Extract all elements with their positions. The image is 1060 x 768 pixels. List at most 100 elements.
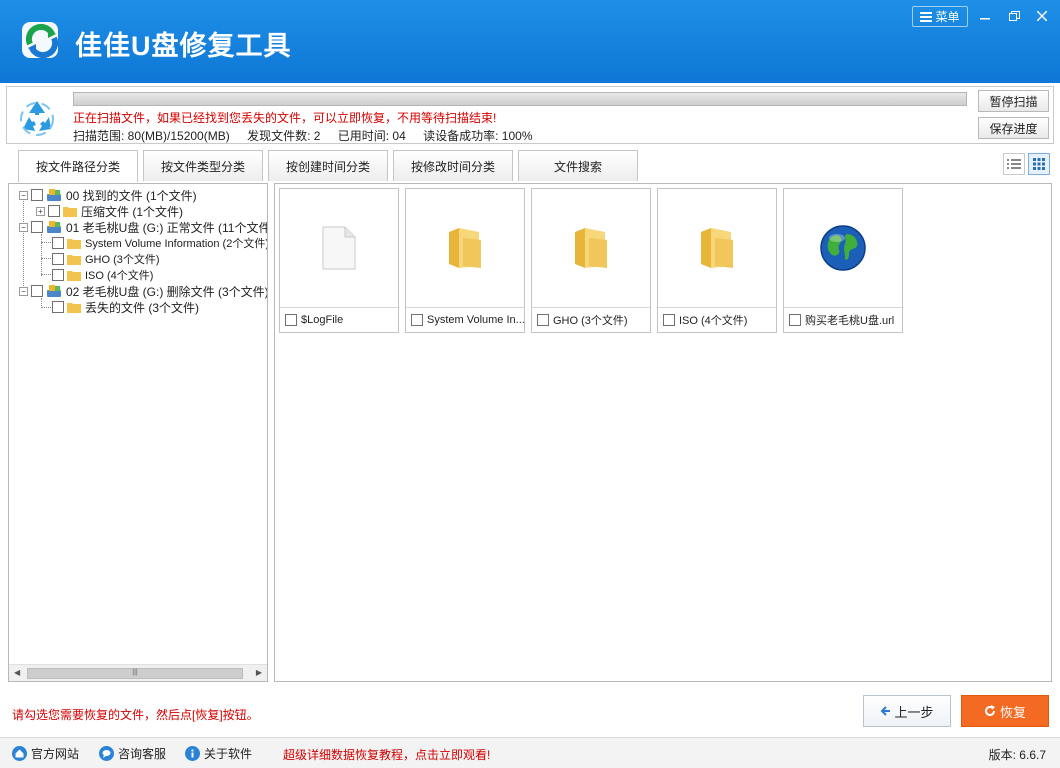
scroll-right-icon[interactable]: ▶ — [256, 668, 262, 677]
file-checkbox[interactable] — [411, 314, 423, 326]
tree-guide — [41, 274, 51, 275]
scan-message: 正在扫描文件，如果已经找到您丢失的文件，可以立即恢复，不用等待扫描结束! — [73, 111, 497, 125]
tab-by-modified[interactable]: 按修改时间分类 — [393, 150, 513, 181]
file-name: GHO (3个文件) — [553, 315, 628, 327]
support-link[interactable]: 咨询客服 — [99, 745, 166, 762]
tab-by-created[interactable]: 按创建时间分类 — [268, 150, 388, 181]
found-count: 发现文件数: 2 — [247, 129, 321, 143]
drive-icon — [47, 221, 61, 233]
tree-checkbox[interactable] — [52, 237, 64, 249]
menu-button[interactable]: 菜单 — [912, 6, 968, 27]
file-thumbnail — [784, 189, 902, 307]
tree-horizontal-scrollbar[interactable]: ◀ ||| ▶ — [9, 664, 267, 681]
tree-item-label: GHO (3个文件) — [85, 254, 160, 266]
file-thumbnail — [406, 189, 524, 307]
tree-checkbox[interactable] — [52, 253, 64, 265]
tree-item-archives[interactable]: + 压缩文件 (1个文件) — [36, 203, 183, 219]
minimize-icon — [980, 18, 990, 20]
file-tile[interactable]: $LogFile — [279, 188, 399, 333]
scroll-left-icon[interactable]: ◀ — [14, 668, 20, 677]
collapse-icon[interactable]: − — [19, 190, 28, 200]
tab-by-type[interactable]: 按文件类型分类 — [143, 150, 263, 181]
maximize-button[interactable] — [1002, 6, 1026, 26]
file-checkbox[interactable] — [285, 314, 297, 326]
collapse-icon[interactable]: − — [19, 222, 28, 232]
tab-by-path[interactable]: 按文件路径分类 — [18, 150, 138, 182]
about-link[interactable]: 关于软件 — [185, 745, 252, 762]
tree-guide — [41, 242, 51, 243]
file-tile[interactable]: ISO (4个文件) — [657, 188, 777, 333]
file-checkbox[interactable] — [663, 314, 675, 326]
recover-button-label: 恢复 — [999, 704, 1026, 720]
pause-scan-button[interactable]: 暂停扫描 — [978, 90, 1049, 112]
tree-checkbox[interactable] — [31, 189, 43, 201]
app-title: 佳佳U盘修复工具 — [75, 31, 292, 61]
file-tile[interactable]: 购买老毛桃U盘.url — [783, 188, 903, 333]
tree-item-found-files[interactable]: − 00 找到的文件 (1个文件) — [19, 187, 197, 203]
menu-icon — [920, 11, 933, 22]
file-checkbox[interactable] — [537, 314, 549, 326]
file-label[interactable]: ISO (4个文件) — [658, 307, 776, 332]
tree-item-gho[interactable]: GHO (3个文件) — [52, 251, 160, 267]
tree-guide — [41, 234, 42, 276]
icon-view-button[interactable] — [1028, 153, 1050, 175]
tree-item-system-volume[interactable]: System Volume Information (2个文件) — [52, 235, 267, 251]
back-button-label: 上一步 — [894, 704, 934, 720]
tree-item-label: 01 老毛桃U盘 (G:) 正常文件 (11个文件) — [66, 220, 268, 235]
file-tile[interactable]: System Volume In... — [405, 188, 525, 333]
version-label: 版本: 6.6.7 — [988, 748, 1046, 762]
official-site-link[interactable]: 官方网站 — [12, 745, 79, 762]
file-label[interactable]: GHO (3个文件) — [532, 307, 650, 332]
tree-item-iso[interactable]: ISO (4个文件) — [52, 267, 153, 283]
file-thumbnail — [532, 189, 650, 307]
file-name: ISO (4个文件) — [679, 315, 748, 327]
home-icon — [12, 746, 27, 761]
title-bar: 佳佳U盘修复工具 菜单 — [0, 0, 1060, 83]
back-button[interactable]: 上一步 — [863, 695, 951, 727]
tree-checkbox[interactable] — [48, 205, 60, 217]
tree-checkbox[interactable] — [31, 285, 43, 297]
tree-item-lost-files[interactable]: 丢失的文件 (3个文件) — [52, 299, 199, 315]
tree-checkbox[interactable] — [52, 269, 64, 281]
file-label[interactable]: $LogFile — [280, 307, 398, 332]
support-label: 咨询客服 — [118, 747, 167, 761]
list-view-icon — [1007, 159, 1021, 169]
tree-checkbox[interactable] — [52, 301, 64, 313]
refresh-icon — [985, 705, 995, 716]
tutorial-promo-link[interactable]: 超级详细数据恢复教程，点击立即观看! — [283, 746, 490, 763]
menu-label: 菜单 — [935, 10, 960, 24]
scan-progress-panel: 正在扫描文件，如果已经找到您丢失的文件，可以立即恢复，不用等待扫描结束! 扫描范… — [6, 86, 1054, 144]
tab-file-search[interactable]: 文件搜索 — [518, 150, 638, 181]
drive-icon — [47, 285, 61, 297]
recycle-icon — [20, 101, 54, 136]
read-success-rate: 读设备成功率: 100% — [423, 129, 533, 143]
tree-item-deleted-files[interactable]: − 02 老毛桃U盘 (G:) 删除文件 (3个文件) — [19, 283, 268, 299]
folder-icon — [575, 228, 607, 268]
list-view-button[interactable] — [1003, 153, 1025, 175]
save-progress-button[interactable]: 保存进度 — [978, 117, 1049, 139]
recover-button[interactable]: 恢复 — [961, 695, 1049, 727]
globe-icon — [820, 225, 866, 271]
tree-item-label: 00 找到的文件 (1个文件) — [66, 188, 197, 203]
tree-checkbox[interactable] — [31, 221, 43, 233]
file-label[interactable]: System Volume In... — [406, 307, 524, 332]
folder-icon — [67, 271, 81, 281]
tree-item-label: 丢失的文件 (3个文件) — [85, 300, 200, 315]
file-thumbnail — [658, 189, 776, 307]
tree-guide — [41, 258, 51, 259]
elapsed-time: 已用时间: 04 — [337, 129, 406, 143]
close-button[interactable] — [1030, 6, 1054, 26]
minimize-button[interactable] — [973, 6, 997, 26]
file-grid: $LogFile System Volume In... GHO (3个文件) … — [274, 183, 1052, 682]
file-checkbox[interactable] — [789, 314, 801, 326]
expand-icon[interactable]: + — [36, 206, 45, 216]
folder-icon — [701, 228, 733, 268]
file-tile[interactable]: GHO (3个文件) — [531, 188, 651, 333]
tree-item-normal-files[interactable]: − 01 老毛桃U盘 (G:) 正常文件 (11个文件) — [19, 219, 268, 235]
scrollbar-thumb[interactable]: ||| — [27, 668, 243, 679]
tree-item-label: 02 老毛桃U盘 (G:) 删除文件 (3个文件) — [66, 284, 268, 299]
file-thumbnail — [280, 189, 398, 307]
file-label[interactable]: 购买老毛桃U盘.url — [784, 307, 902, 332]
about-label: 关于软件 — [204, 747, 253, 761]
collapse-icon[interactable]: − — [19, 286, 28, 296]
